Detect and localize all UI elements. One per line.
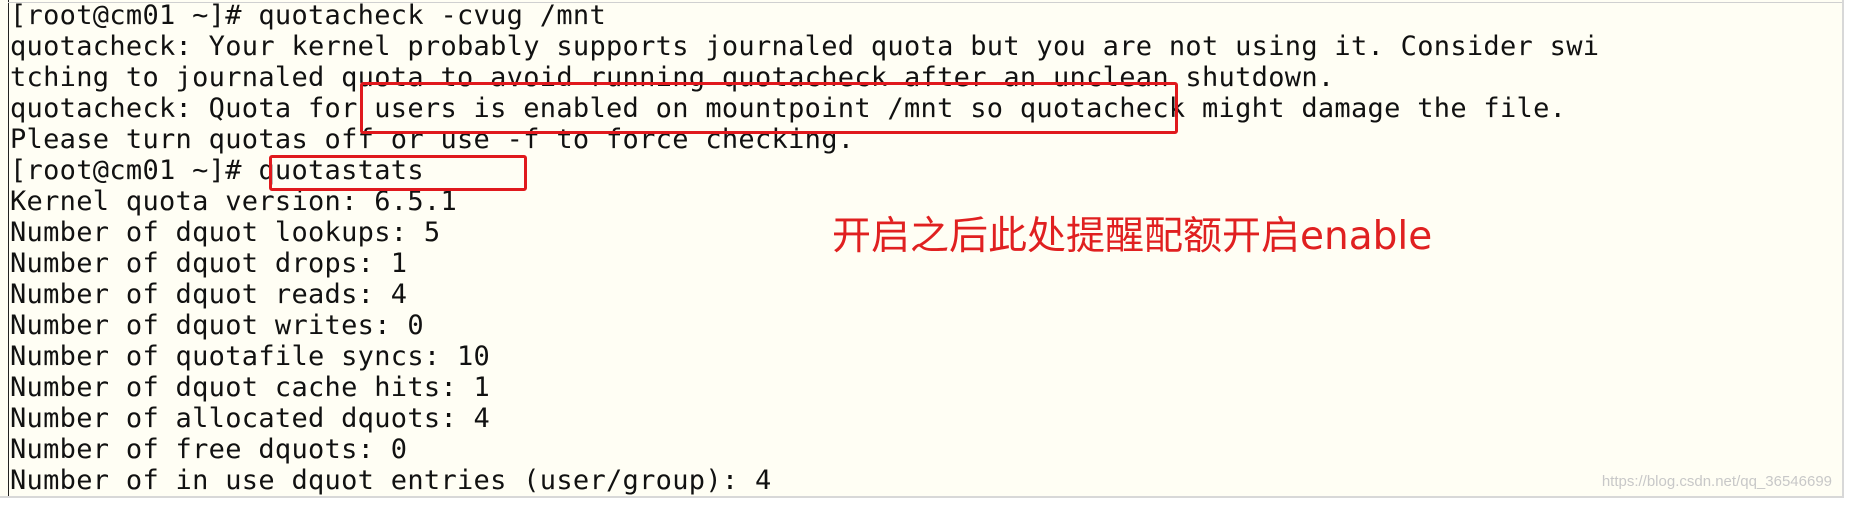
terminal-line-quotafile-syncs: Number of quotafile syncs: 10 [10, 341, 491, 372]
terminal-line-in-use-dquot-entries: Number of in use dquot entries (user/gro… [10, 465, 772, 496]
terminal-line-dquot-lookups: Number of dquot lookups: 5 [10, 217, 441, 248]
terminal-line-allocated-dquots: Number of allocated dquots: 4 [10, 403, 491, 434]
terminal-left-border [8, 0, 9, 496]
watermark: https://blog.csdn.net/qq_36546699 [1601, 473, 1832, 490]
terminal-line-dquot-drops: Number of dquot drops: 1 [10, 248, 408, 279]
annotation-label: 开启之后此处提醒配额开启enable [832, 214, 1433, 259]
terminal-line-free-dquots: Number of free dquots: 0 [10, 434, 408, 465]
highlight-box-quotastats-command [269, 155, 527, 191]
terminal-line-warning-1: quotacheck: Your kernel probably support… [10, 31, 1600, 62]
highlight-box-quota-enabled [360, 82, 1178, 134]
terminal-window[interactable]: [root@cm01 ~]# quotacheck -cvug /mnt quo… [0, 0, 1844, 498]
terminal-line-dquot-writes: Number of dquot writes: 0 [10, 310, 424, 341]
terminal-line-dquot-reads: Number of dquot reads: 4 [10, 279, 408, 310]
terminal-line-command-quotacheck: [root@cm01 ~]# quotacheck -cvug /mnt [10, 0, 606, 31]
terminal-line-dquot-cache-hits: Number of dquot cache hits: 1 [10, 372, 491, 403]
